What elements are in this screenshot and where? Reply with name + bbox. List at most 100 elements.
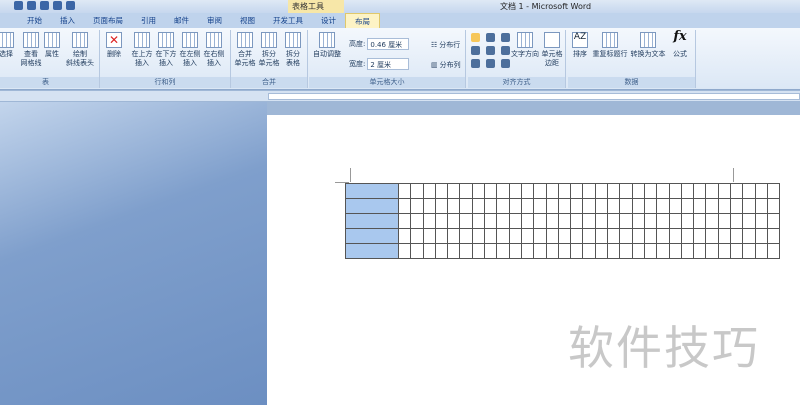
table-cell[interactable] — [594, 243, 609, 259]
table-cell[interactable] — [345, 213, 399, 229]
delete-button[interactable]: ✕ 删除 — [104, 32, 124, 59]
table-cell[interactable] — [471, 228, 486, 244]
table-cell[interactable] — [422, 198, 436, 214]
convert-to-text-button[interactable]: 转换为文本 — [630, 32, 666, 59]
table-cell[interactable] — [570, 228, 584, 244]
table-cell[interactable] — [345, 243, 399, 259]
table-cell[interactable] — [422, 213, 436, 229]
table-cell[interactable] — [582, 198, 596, 214]
table-cell[interactable] — [520, 198, 535, 214]
table-cell[interactable] — [643, 213, 658, 229]
table-cell[interactable] — [742, 243, 756, 259]
table-cell[interactable] — [570, 243, 584, 259]
align-bottom-left-icon[interactable] — [471, 59, 480, 68]
tab-7[interactable]: 开发工具 — [264, 13, 312, 28]
table-cell[interactable] — [680, 243, 695, 259]
table-cell[interactable] — [742, 183, 756, 199]
table-cell[interactable] — [668, 213, 682, 229]
table-cell[interactable] — [693, 198, 707, 214]
table-cell[interactable] — [434, 198, 449, 214]
insert-right-button[interactable]: 在右侧 插入 — [202, 32, 226, 68]
table-cell[interactable] — [705, 213, 719, 229]
properties-button[interactable]: 属性 — [44, 32, 60, 59]
table-cell[interactable] — [397, 243, 412, 259]
table-cell[interactable] — [545, 213, 559, 229]
table-cell[interactable] — [631, 198, 645, 214]
table-cell[interactable] — [730, 243, 744, 259]
tab-4[interactable]: 邮件 — [165, 13, 198, 28]
table-cell[interactable] — [410, 228, 424, 244]
table-cell[interactable] — [693, 243, 707, 259]
insert-left-button[interactable]: 在左侧 插入 — [178, 32, 202, 68]
table-cell[interactable] — [496, 183, 510, 199]
table-cell[interactable] — [557, 198, 572, 214]
table-cell[interactable] — [582, 183, 596, 199]
table-cell[interactable] — [619, 198, 633, 214]
table-cell[interactable] — [484, 228, 498, 244]
split-table-button[interactable]: 拆分 表格 — [281, 32, 305, 68]
table-cell[interactable] — [668, 198, 682, 214]
table-cell[interactable] — [742, 213, 756, 229]
undo-icon[interactable] — [27, 1, 36, 10]
table-cell[interactable] — [484, 183, 498, 199]
insert-below-button[interactable]: 在下方 插入 — [154, 32, 178, 68]
align-bottom-right-icon[interactable] — [501, 59, 510, 68]
table-cell[interactable] — [484, 213, 498, 229]
table-cell[interactable] — [594, 198, 609, 214]
width-input[interactable]: 2 厘米 — [367, 58, 410, 70]
table-cell[interactable] — [742, 198, 756, 214]
align-middle-right-icon[interactable] — [501, 46, 510, 55]
table-cell[interactable] — [619, 183, 633, 199]
table-cell[interactable] — [397, 198, 412, 214]
tab-6[interactable]: 视图 — [231, 13, 264, 28]
height-input[interactable]: 0.46 厘米 — [367, 38, 410, 50]
table-cell[interactable] — [520, 213, 535, 229]
table-cell[interactable] — [717, 228, 732, 244]
align-middle-center-icon[interactable] — [486, 46, 495, 55]
table-cell[interactable] — [508, 198, 522, 214]
table-cell[interactable] — [496, 228, 510, 244]
table-cell[interactable] — [545, 228, 559, 244]
align-middle-left-icon[interactable] — [471, 46, 480, 55]
horizontal-ruler[interactable] — [0, 91, 800, 102]
table-cell[interactable] — [459, 183, 473, 199]
table-cell[interactable] — [680, 183, 695, 199]
table-cell[interactable] — [557, 228, 572, 244]
table-cell[interactable] — [656, 228, 670, 244]
table-cell[interactable] — [680, 213, 695, 229]
table-cell[interactable] — [545, 183, 559, 199]
tab-8[interactable]: 设计 — [312, 13, 345, 28]
tab-3[interactable]: 引用 — [132, 13, 165, 28]
table-cell[interactable] — [557, 183, 572, 199]
table-cell[interactable] — [557, 213, 572, 229]
table-cell[interactable] — [422, 243, 436, 259]
table-cell[interactable] — [643, 183, 658, 199]
table-cell[interactable] — [447, 213, 461, 229]
table-cell[interactable] — [533, 183, 547, 199]
table-cell[interactable] — [619, 243, 633, 259]
table-cell[interactable] — [619, 213, 633, 229]
table-cell[interactable] — [717, 183, 732, 199]
text-direction-button[interactable]: 文字方向 — [510, 32, 540, 59]
table-cell[interactable] — [717, 198, 732, 214]
table-cell[interactable] — [533, 243, 547, 259]
table-cell[interactable] — [693, 183, 707, 199]
table-cell[interactable] — [754, 183, 768, 199]
table-cell[interactable] — [607, 213, 621, 229]
align-top-left-icon[interactable] — [471, 33, 480, 42]
table-cell[interactable] — [447, 243, 461, 259]
table-cell[interactable] — [545, 243, 559, 259]
table-cell[interactable] — [496, 213, 510, 229]
tab-2[interactable]: 页面布局 — [84, 13, 132, 28]
table-cell[interactable] — [496, 243, 510, 259]
table-cell[interactable] — [643, 228, 658, 244]
table-cell[interactable] — [520, 228, 535, 244]
table-cell[interactable] — [766, 198, 781, 214]
table-cell[interactable] — [471, 243, 486, 259]
save-icon[interactable] — [14, 1, 23, 10]
align-top-center-icon[interactable] — [486, 33, 495, 42]
table-cell[interactable] — [607, 228, 621, 244]
table-cell[interactable] — [533, 213, 547, 229]
table-cell[interactable] — [447, 183, 461, 199]
table-cell[interactable] — [345, 183, 399, 199]
